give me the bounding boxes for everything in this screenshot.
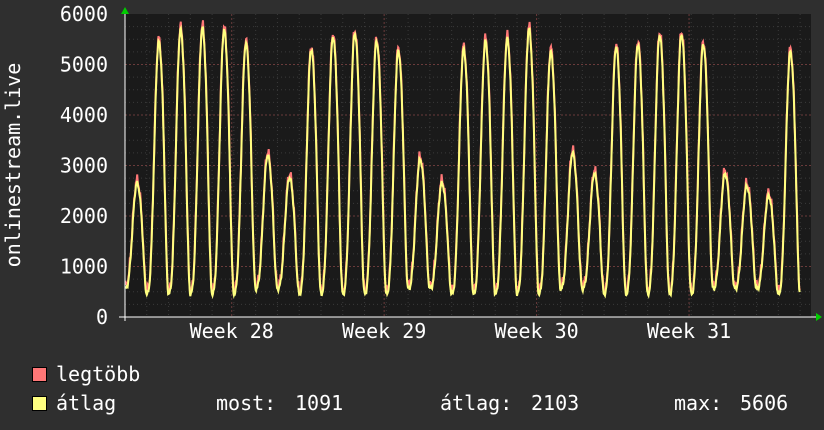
x-tick-labels: Week 28 Week 29 Week 30 Week 31 xyxy=(190,319,732,343)
stat-now-value: 1091 xyxy=(295,391,344,415)
legend-label-legtobb: legtöbb xyxy=(56,362,141,386)
legend-swatch-atlag xyxy=(32,396,47,411)
legend-swatch-legtobb xyxy=(32,367,47,382)
x-tick-label: Week 30 xyxy=(494,319,578,343)
stat-average-value: 2103 xyxy=(531,391,580,415)
y-axis-arrow xyxy=(121,7,129,14)
x-tick-label: Week 29 xyxy=(342,319,426,343)
y-tick-label: 5000 xyxy=(60,53,108,77)
y-tick-label: 2000 xyxy=(60,204,108,228)
stat-now-label: most: xyxy=(216,391,277,415)
legend-label-atlag: átlag xyxy=(56,391,117,415)
y-tick-label: 6000 xyxy=(60,2,108,26)
y-tick-label: 0 xyxy=(96,305,108,329)
y-tick-labels: 0 1000 2000 3000 4000 5000 6000 xyxy=(60,2,108,329)
stat-max-label: max: xyxy=(674,391,723,415)
y-tick-label: 3000 xyxy=(60,154,108,178)
y-tick-label: 4000 xyxy=(60,103,108,127)
stat-max-value: 5606 xyxy=(740,391,789,415)
y-axis-label: onlinestream.live xyxy=(1,63,25,268)
x-tick-label: Week 28 xyxy=(190,319,274,343)
x-axis-arrow xyxy=(816,313,822,321)
x-tick-label: Week 31 xyxy=(647,319,731,343)
stat-average-label: átlag: xyxy=(440,391,513,415)
y-tick-label: 1000 xyxy=(60,255,108,279)
